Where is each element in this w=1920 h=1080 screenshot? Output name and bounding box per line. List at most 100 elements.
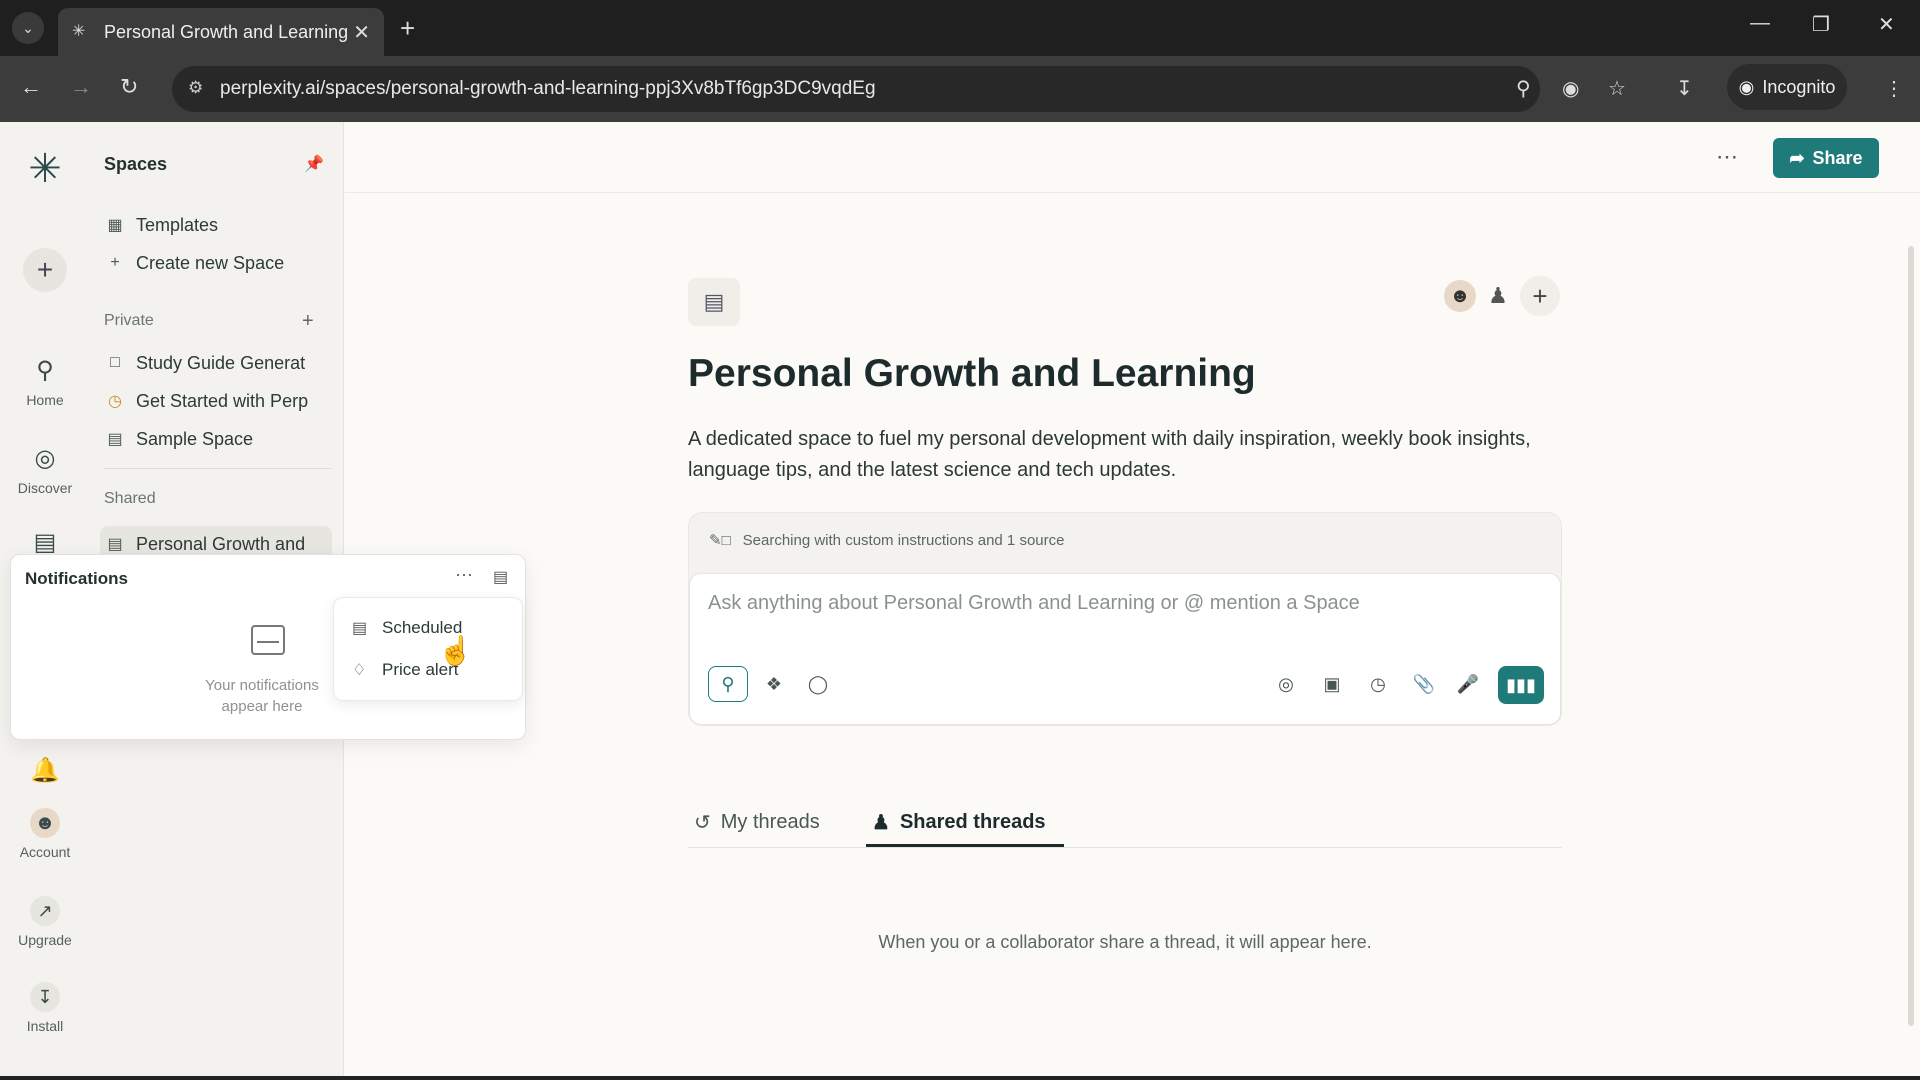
notifications-title: Notifications — [25, 569, 128, 588]
more-options-icon[interactable]: ⋯ — [455, 565, 473, 586]
calendar-icon[interactable]: ▤ — [493, 567, 508, 587]
search-mode-icon[interactable]: ⚲ — [708, 666, 748, 702]
research-mode-icon[interactable]: ❖ — [754, 666, 794, 702]
perplexity-logo-icon[interactable]: ✳ — [22, 146, 68, 192]
model-chip-icon[interactable]: ▣ — [1318, 670, 1346, 698]
header-divider — [345, 192, 1920, 193]
reasoning-bulb-icon[interactable]: ◯ — [798, 666, 838, 702]
sidebar-item-label: Study Guide Generat — [136, 352, 306, 373]
new-thread-plus-icon[interactable]: + — [23, 248, 67, 292]
notifications-bell-icon[interactable]: 🔔 — [30, 756, 60, 785]
discover-globe-icon: ◎ — [34, 445, 56, 472]
spaces-icon: ▤ — [107, 431, 123, 448]
rail-home[interactable]: ⚲ Home — [0, 356, 90, 408]
templates-grid-icon: ▦ — [107, 217, 123, 234]
scrollbar[interactable] — [1908, 246, 1914, 1026]
microphone-icon[interactable]: 🎤 — [1454, 670, 1482, 698]
minimize-icon[interactable]: — — [1750, 12, 1770, 35]
sidebar-item-get-started[interactable]: ◷ Get Started with Perp — [104, 386, 332, 416]
install-download-icon: ↧ — [30, 982, 60, 1012]
user-icon[interactable]: ♟ — [1482, 280, 1514, 312]
sidebar-item-label: Get Started with Perp — [136, 390, 309, 411]
inbox-icon — [251, 625, 285, 655]
sidebar-item-sample-space[interactable]: ▤ Sample Space — [104, 424, 332, 454]
new-tab-plus-icon[interactable]: + — [400, 14, 415, 42]
site-settings-icon[interactable]: ⚙ — [188, 78, 203, 98]
tab-my-threads[interactable]: ↺ My threads — [694, 802, 820, 842]
rail-upgrade-label: Upgrade — [18, 932, 72, 948]
sidebar-item-label: Templates — [136, 214, 219, 235]
more-options-icon[interactable]: ⋯ — [1716, 144, 1738, 170]
sidebar-item-templates[interactable]: ▦ Templates — [104, 210, 332, 240]
thread-tabs: ↺ My threads ♟ Shared threads — [688, 796, 1562, 848]
clock-space-icon: ◷ — [108, 393, 122, 410]
url-text: perplexity.ai/spaces/personal-growth-and… — [220, 78, 876, 99]
active-tab-underline — [866, 844, 1064, 847]
private-section-label: Private — [104, 312, 154, 329]
pin-icon[interactable]: 📌 — [304, 154, 324, 174]
restore-icon[interactable]: ❐ — [1812, 12, 1830, 37]
rail-upgrade[interactable]: ↗ Upgrade — [0, 896, 90, 948]
sidebar-item-label: Sample Space — [136, 428, 254, 449]
tracking-protection-eye-icon[interactable]: ◉ — [1562, 76, 1579, 101]
reload-icon[interactable]: ↻ — [120, 74, 138, 100]
sidebar-item-label: Personal Growth and — [136, 533, 306, 554]
share-label: Share — [1812, 147, 1863, 168]
tab-shared-threads[interactable]: ♟ Shared threads — [872, 802, 1046, 842]
search-input[interactable] — [708, 592, 1508, 615]
add-collaborator-plus-icon[interactable]: + — [1520, 276, 1560, 316]
rail-discover[interactable]: ◎ Discover — [0, 444, 90, 496]
rail-install[interactable]: ↧ Install — [0, 982, 90, 1034]
plus-icon: + — [110, 254, 120, 271]
attach-paperclip-icon[interactable]: 📎 — [1410, 670, 1438, 698]
window-close-icon[interactable]: ✕ — [1878, 12, 1895, 37]
collaborator-avatar[interactable]: ☻ — [1444, 280, 1476, 312]
bell-icon: ♢ — [352, 662, 367, 679]
downloads-icon[interactable]: ↧ — [1676, 76, 1693, 101]
square-space-icon: □ — [110, 354, 120, 371]
incognito-label: Incognito — [1762, 76, 1836, 97]
tab-list-chevron-icon[interactable]: ⌄ — [12, 12, 44, 44]
search-meta-text: Searching with custom instructions and 1… — [742, 531, 1065, 549]
space-emoji-icon[interactable]: ▤ — [688, 278, 740, 326]
edit-instructions-icon: ✎□ — [709, 532, 731, 549]
rail-install-label: Install — [26, 1018, 64, 1034]
search-meta[interactable]: ✎□ Searching with custom instructions an… — [709, 531, 1065, 550]
web-globe-icon[interactable]: ◎ — [1272, 670, 1300, 698]
back-arrow-icon[interactable]: ← — [20, 74, 42, 100]
hand-cursor-icon: ☝ — [438, 635, 473, 666]
sidebar-item-create-space[interactable]: + Create new Space — [104, 248, 332, 278]
calendar-icon: ▤ — [352, 620, 368, 637]
private-add-plus-icon[interactable]: + — [302, 310, 314, 333]
tab-close-icon[interactable]: ✕ — [353, 20, 370, 45]
incognito-badge[interactable]: ◉ Incognito — [1727, 64, 1847, 110]
browser-toolbar: ← → ↻ ⚙ perplexity.ai/spaces/personal-gr… — [0, 56, 1920, 122]
rail-home-label: Home — [26, 392, 64, 408]
share-arrow-icon: ➦ — [1789, 147, 1805, 168]
browser-menu-icon[interactable]: ⋮ — [1884, 76, 1904, 101]
voice-mode-button[interactable]: ▮▮▮ — [1498, 666, 1544, 704]
rail-discover-label: Discover — [17, 480, 73, 496]
share-button[interactable]: ➦ Share — [1773, 138, 1879, 178]
home-search-icon: ⚲ — [36, 357, 54, 384]
forward-arrow-icon[interactable]: → — [70, 74, 92, 100]
page-title: Personal Growth and Learning — [688, 352, 1256, 395]
bookmark-star-icon[interactable]: ☆ — [1608, 76, 1626, 101]
search-card: ✎□ Searching with custom instructions an… — [688, 512, 1562, 726]
rail-account[interactable]: ☻ Account — [0, 808, 90, 860]
perplexity-favicon-icon: ✳ — [72, 23, 86, 40]
tab-label: Shared threads — [899, 810, 1046, 833]
sidebar-divider — [104, 468, 332, 469]
address-bar[interactable]: ⚙ perplexity.ai/spaces/personal-growth-a… — [172, 66, 1540, 112]
search-box: ⚲ ❖ ◯ ◎ ▣ ◷ 📎 🎤 ▮▮▮ — [689, 573, 1561, 725]
spaces-icon: ▤ — [107, 536, 123, 553]
collaborators: ☻ ♟ + — [1444, 276, 1560, 316]
browser-tab[interactable]: ✳ Personal Growth and Learning ✕ — [58, 8, 384, 56]
zoom-icon[interactable]: ⚲ — [1516, 76, 1531, 101]
sidebar-item-study-guide[interactable]: □ Study Guide Generat — [104, 348, 332, 378]
rail-account-label: Account — [19, 844, 71, 860]
upgrade-arrow-icon: ↗ — [30, 896, 60, 926]
bottom-edge — [0, 1076, 1920, 1080]
history-clock-icon[interactable]: ◷ — [1364, 670, 1392, 698]
notifications-empty-text: Your notifications appear here — [205, 677, 319, 715]
